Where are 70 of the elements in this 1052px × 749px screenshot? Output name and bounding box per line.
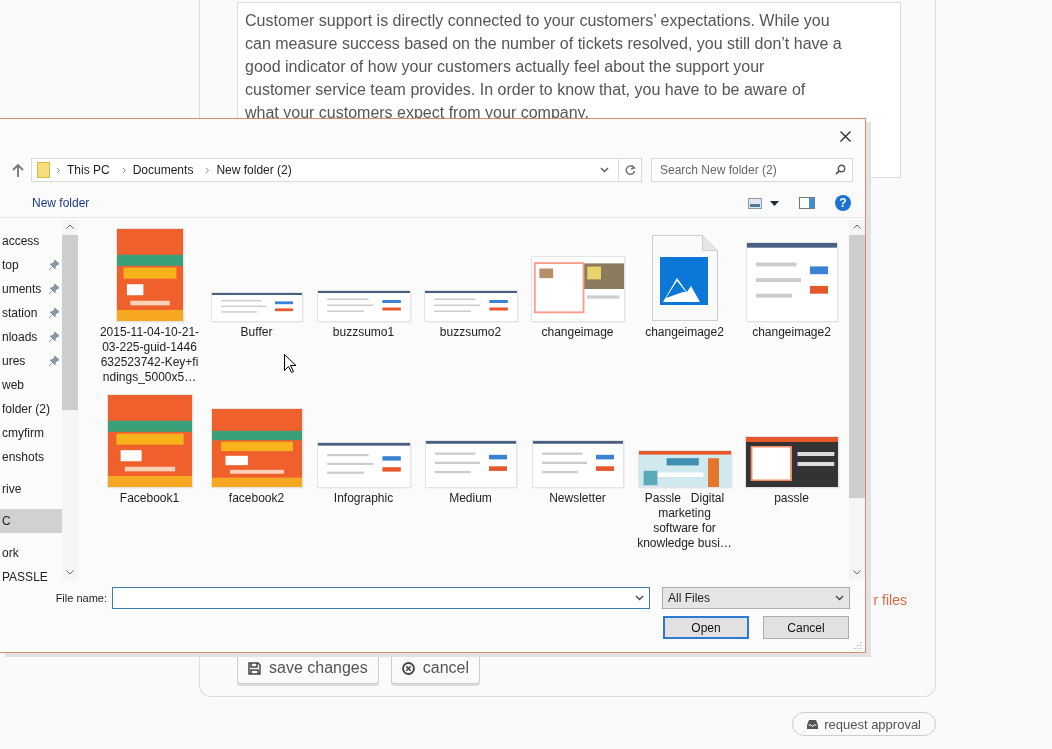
- up-arrow-icon[interactable]: [12, 163, 24, 177]
- nav-item[interactable]: access: [0, 229, 62, 253]
- address-bar[interactable]: This PC Documents New folder (2): [31, 158, 642, 182]
- breadcrumb[interactable]: Documents: [132, 163, 194, 177]
- caret-icon[interactable]: [770, 200, 779, 206]
- scroll-up-icon[interactable]: [66, 224, 74, 229]
- chevron-icon: [56, 166, 61, 174]
- close-icon: [839, 130, 851, 142]
- file-name[interactable]: Infographic: [313, 491, 414, 551]
- image-file-icon[interactable]: [651, 235, 718, 321]
- breadcrumb[interactable]: New folder (2): [216, 163, 292, 177]
- dropdown-icon[interactable]: [600, 167, 609, 173]
- scrollbar[interactable]: [849, 220, 865, 581]
- file-name[interactable]: 2015-11-04-10-21-03-225-guid-1446632523742-Key+findings_5000x5…: [99, 325, 200, 385]
- request-approval-button[interactable]: request approval: [792, 712, 936, 736]
- file-name[interactable]: passle: [741, 491, 842, 551]
- file-name-label: File name:: [54, 592, 107, 604]
- nav-item[interactable]: web: [0, 373, 62, 397]
- nav-item[interactable]: ork: [0, 541, 62, 565]
- file-name[interactable]: facebook2: [206, 491, 307, 551]
- scroll-down-icon[interactable]: [853, 570, 861, 575]
- help-button[interactable]: ?: [835, 195, 851, 211]
- scroll-up-icon[interactable]: [853, 224, 861, 229]
- nav-item[interactable]: enshots: [0, 445, 62, 469]
- inbox-icon: [807, 719, 819, 729]
- cursor-icon: [284, 354, 296, 373]
- file-name[interactable]: Buffer: [206, 325, 307, 385]
- file-name-field[interactable]: [112, 587, 650, 609]
- file-name[interactable]: buzzsumo1: [313, 325, 414, 385]
- text-line: Customer support is directly connected to your customers’ expectations. While you: [245, 11, 831, 31]
- folder-icon: [37, 162, 50, 178]
- file-type-dropdown[interactable]: All Files: [662, 587, 850, 609]
- search-field[interactable]: Search New folder (2): [651, 158, 853, 182]
- text-line: good indicator of how your customers actually feel about the support your: [245, 57, 766, 77]
- file-name[interactable]: changeimage: [527, 325, 628, 385]
- file-name[interactable]: Passle Digital marketing software for knowledge busi…: [634, 491, 735, 551]
- file-name[interactable]: Medium: [420, 491, 521, 551]
- view-icon[interactable]: [748, 197, 762, 209]
- nav-item[interactable]: cmyfirm: [0, 421, 62, 445]
- chevron-icon: [205, 166, 211, 174]
- nav-item[interactable]: ures: [0, 349, 62, 373]
- nav-item[interactable]: C: [0, 509, 62, 533]
- refresh-icon[interactable]: [625, 164, 636, 176]
- nav-item[interactable]: top: [0, 253, 62, 277]
- scroll-down-icon[interactable]: [66, 570, 74, 575]
- nav-item[interactable]: nloads: [0, 325, 62, 349]
- dropdown-icon: [835, 595, 844, 601]
- cancel-icon: [401, 661, 415, 675]
- nav-item[interactable]: folder (2): [0, 397, 62, 421]
- file-name[interactable]: changeimage2: [634, 325, 735, 385]
- search-icon: [835, 164, 846, 175]
- file-name[interactable]: Newsletter: [527, 491, 628, 551]
- chevron-icon: [121, 166, 127, 174]
- file-name[interactable]: Facebook1: [99, 491, 200, 551]
- nav-item[interactable]: rive: [0, 477, 62, 501]
- new-folder-button[interactable]: New folder: [32, 196, 90, 210]
- preview-pane-icon[interactable]: [799, 197, 815, 209]
- text-line: customer service team provides. In order to know that, you have to be aware of: [245, 80, 807, 100]
- open-button[interactable]: Open: [663, 616, 749, 639]
- scrollbar[interactable]: [62, 220, 78, 581]
- nav-item[interactable]: uments: [0, 277, 62, 301]
- dropdown-icon[interactable]: [635, 595, 644, 601]
- cancel-button[interactable]: Cancel: [763, 616, 849, 639]
- text-line: can measure success based on the number of tickets resolved, you still don’t have a: [245, 34, 843, 54]
- file-name[interactable]: changeimage2: [741, 325, 842, 385]
- file-name[interactable]: buzzsumo2: [420, 325, 521, 385]
- resize-grip-icon[interactable]: [854, 641, 862, 649]
- nav-item[interactable]: station: [0, 301, 62, 325]
- breadcrumb[interactable]: This PC: [67, 163, 110, 177]
- nav-item[interactable]: PASSLE: [0, 565, 62, 581]
